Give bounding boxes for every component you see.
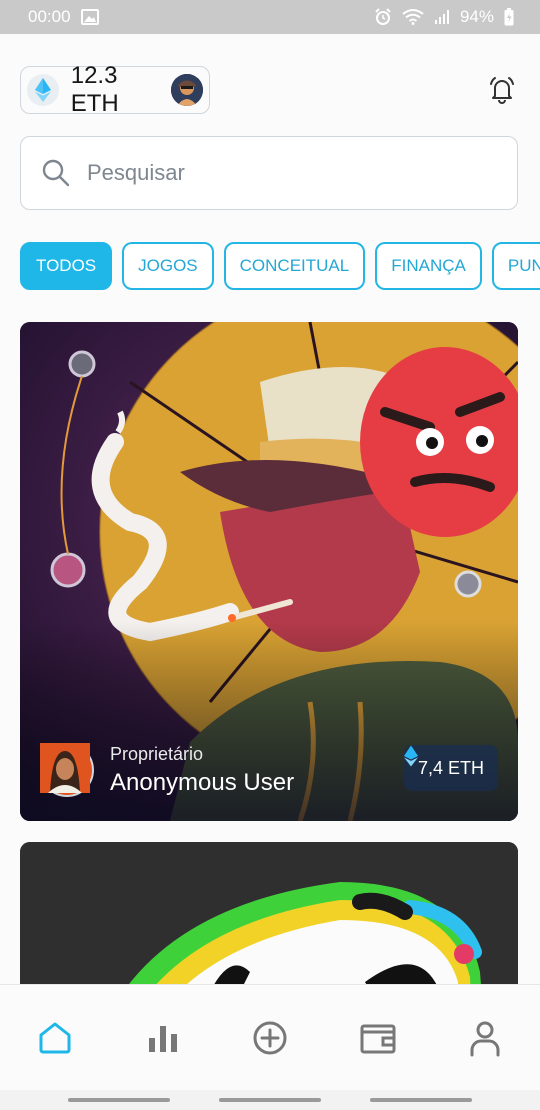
wallet-balance-button[interactable]: 12.3 ETH: [20, 62, 210, 117]
wifi-icon: [402, 9, 424, 25]
owner-text: Proprietário Anonymous User: [110, 744, 294, 797]
notifications-bell-icon[interactable]: [486, 74, 518, 106]
wallet-icon: [360, 1024, 395, 1053]
bottom-navigation: [0, 985, 540, 1090]
chip-todos[interactable]: TODOS: [20, 242, 113, 290]
alarm-icon: [375, 8, 391, 25]
owner-label: Proprietário: [110, 743, 204, 764]
add-icon: [253, 1021, 287, 1054]
home-icon: [39, 1022, 71, 1053]
search-input[interactable]: [87, 160, 467, 186]
user-avatar[interactable]: [171, 74, 203, 106]
price-badge: 7,4 ETH: [403, 745, 498, 791]
ethereum-icon: [403, 745, 418, 767]
status-time: 00:00: [28, 7, 71, 26]
battery-charging-icon: [504, 8, 514, 26]
gesture-handle[interactable]: [370, 1098, 472, 1102]
chip-punk[interactable]: PUNK: [491, 242, 540, 290]
stats-icon: [148, 1025, 177, 1052]
system-gesture-bar: [0, 1090, 540, 1110]
signal-icon: [434, 10, 449, 24]
top-bar: 12.3 ETH: [20, 62, 518, 117]
owner-avatar[interactable]: [40, 743, 94, 797]
chip-conceitual[interactable]: CONCEITUAL: [223, 242, 366, 290]
nft-card-featured[interactable]: Proprietário Anonymous User 7,4 ETH: [20, 322, 518, 821]
search-icon: [42, 159, 70, 187]
status-bar: 00:00 94%: [0, 0, 540, 34]
owner-info: Proprietário Anonymous User: [40, 743, 294, 797]
gallery-notification-icon: [80, 9, 99, 25]
chip-financa[interactable]: FINANÇA: [375, 242, 482, 290]
owner-name: Anonymous User: [110, 768, 295, 796]
gesture-handle[interactable]: [68, 1098, 170, 1102]
battery-percent: 94%: [459, 7, 494, 26]
price-value: 7,4 ETH: [417, 757, 484, 778]
balance-amount: 12.3 ETH: [70, 62, 119, 117]
gesture-handle[interactable]: [219, 1098, 321, 1102]
category-filter: TODOS JOGOS CONCEITUAL FINANÇA PUNK: [20, 242, 540, 292]
nav-stats[interactable]: [142, 1017, 184, 1059]
search-bar[interactable]: [20, 136, 518, 210]
profile-icon: [470, 1021, 500, 1056]
nav-home[interactable]: [34, 1017, 76, 1059]
nav-wallet[interactable]: [357, 1017, 399, 1059]
app-screen: 12.3 ETH TODOS JOGOS CONCEITUAL FINANÇA …: [0, 34, 540, 1090]
nav-profile[interactable]: [464, 1017, 506, 1059]
chip-jogos[interactable]: JOGOS: [122, 242, 214, 290]
ethereum-icon: [27, 74, 59, 106]
nav-create[interactable]: [249, 1017, 291, 1059]
